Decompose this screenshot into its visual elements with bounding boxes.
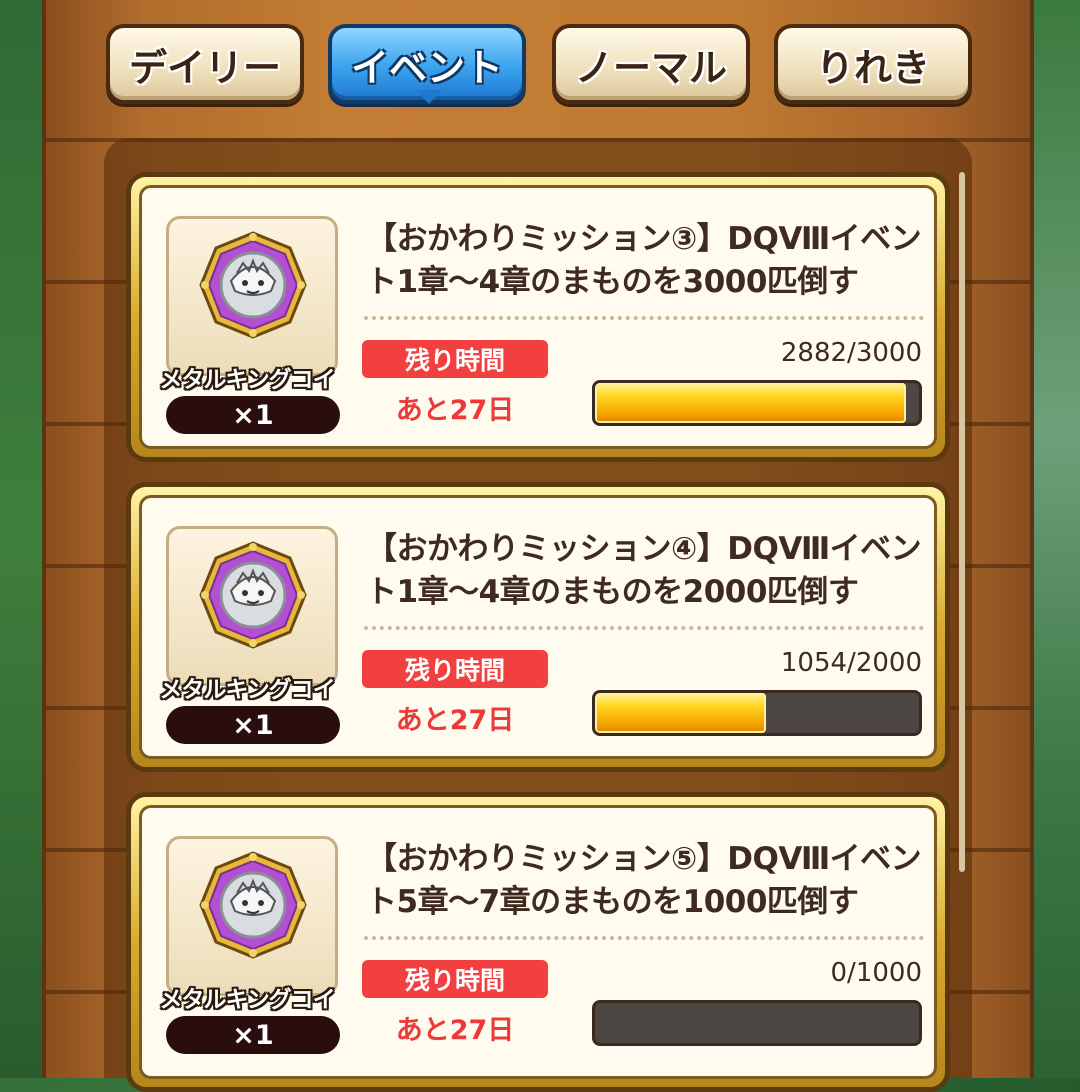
progress-count: 2882/3000 (780, 338, 922, 368)
progress-count: 0/1000 (830, 958, 922, 988)
time-remaining-value: あと27日 (395, 1015, 515, 1046)
dotted-divider (364, 316, 924, 320)
reward-quantity: ×1 (166, 706, 340, 744)
tab-normal[interactable]: ノーマル (552, 24, 750, 104)
mission-title: 【おかわりミッション③】DQⅧイベント1章～4章のまものを3000匹倒す (366, 221, 922, 300)
time-remaining-badge: 残り時間 (362, 340, 548, 378)
reward-frame (166, 216, 338, 376)
time-remaining-badge: 残り時間 (362, 650, 548, 688)
mission-card[interactable]: メタルキングコイン ×1 【おかわりミッション⑤】DQⅧイベント5章～7章のまも… (126, 792, 950, 1092)
tab-daily[interactable]: デイリー (106, 24, 304, 104)
metal-king-coin-icon (199, 541, 307, 649)
active-tab-pointer-icon (416, 90, 442, 104)
progress-bar (592, 690, 922, 736)
time-remaining-badge: 残り時間 (362, 960, 548, 998)
mission-card-body: メタルキングコイン ×1 【おかわりミッション⑤】DQⅧイベント5章～7章のまも… (139, 805, 937, 1079)
mission-card-body: メタルキングコイン ×1 【おかわりミッション③】DQⅧイベント1章～4章のまも… (139, 185, 937, 449)
mission-title: 【おかわりミッション⑤】DQⅧイベント5章～7章のまものを1000匹倒す (366, 841, 922, 920)
progress-count: 1054/2000 (780, 648, 922, 678)
mission-title: 【おかわりミッション④】DQⅧイベント1章～4章のまものを2000匹倒す (366, 531, 922, 610)
tab-history[interactable]: りれき (774, 24, 972, 104)
metal-king-coin-icon (199, 851, 307, 959)
mission-card[interactable]: メタルキングコイン ×1 【おかわりミッション③】DQⅧイベント1章～4章のまも… (126, 172, 950, 462)
reward-frame (166, 836, 338, 996)
reward-quantity: ×1 (166, 1016, 340, 1054)
time-remaining-value: あと27日 (395, 395, 515, 426)
field-background-left (0, 0, 48, 1078)
progress-fill (595, 383, 907, 423)
metal-king-coin-icon (199, 231, 307, 339)
time-remaining-value: あと27日 (395, 705, 515, 736)
mission-tabs: デイリー イベント ノーマル りれき (106, 24, 976, 108)
progress-bar (592, 1000, 922, 1046)
dotted-divider (364, 626, 924, 630)
reward-frame (166, 526, 338, 686)
mission-card[interactable]: メタルキングコイン ×1 【おかわりミッション④】DQⅧイベント1章～4章のまも… (126, 482, 950, 772)
progress-bar (592, 380, 922, 426)
scrollbar[interactable] (959, 172, 965, 872)
progress-fill (595, 693, 766, 733)
reward-quantity: ×1 (166, 396, 340, 434)
mission-card-body: メタルキングコイン ×1 【おかわりミッション④】DQⅧイベント1章～4章のまも… (139, 495, 937, 759)
dotted-divider (364, 936, 924, 940)
